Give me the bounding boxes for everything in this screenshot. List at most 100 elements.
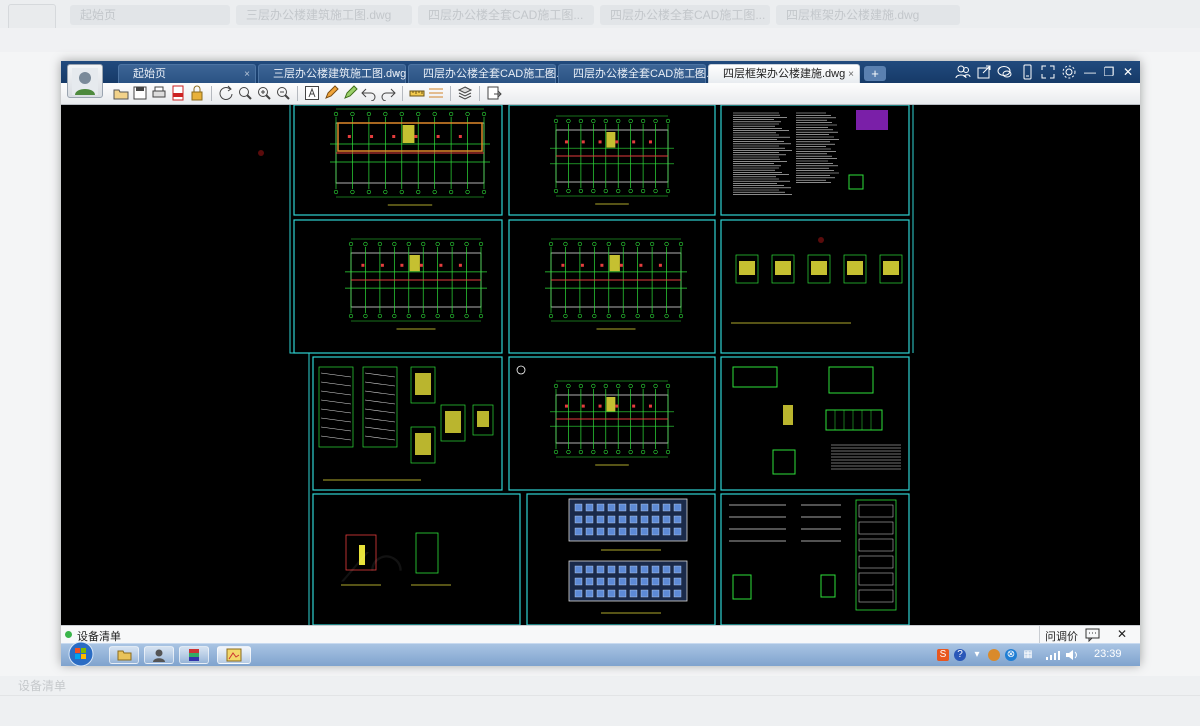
wall-section-panel [858, 589, 894, 603]
axis-bubble [641, 188, 646, 194]
clock[interactable]: 23:39 [1094, 648, 1122, 660]
axis-bubble [578, 188, 583, 194]
tab-close-icon[interactable]: × [694, 65, 700, 84]
axis-bubble [566, 118, 571, 124]
zoom-window-icon[interactable] [237, 85, 253, 101]
feedback-icon[interactable] [1085, 628, 1101, 642]
tab-close-icon[interactable]: × [544, 65, 550, 84]
elevation-window [585, 577, 594, 586]
measure-icon[interactable] [409, 85, 425, 101]
stair-fill [883, 261, 899, 275]
settings-icon[interactable] [1061, 64, 1077, 80]
elevation-window [662, 527, 671, 536]
tab-drawing-2[interactable]: 四层办公楼全套CAD施工图... × [408, 64, 565, 84]
elevation-window [651, 515, 660, 524]
share-icon[interactable] [976, 64, 992, 80]
pdf-icon[interactable] [170, 85, 186, 101]
new-tab-button[interactable]: + [864, 66, 886, 81]
elevation-window [662, 503, 671, 512]
axis-bubble [350, 189, 355, 195]
dimension-icon[interactable] [428, 85, 444, 101]
background-tab: 起始页 [70, 5, 230, 25]
help-tray-icon[interactable]: ? [954, 649, 966, 661]
minimize-button[interactable]: — [1080, 63, 1100, 81]
background-tab: 四层框架办公楼建施.dwg [776, 5, 960, 25]
taskbar-explorer[interactable] [109, 646, 139, 664]
tab-close-icon[interactable]: × [244, 65, 250, 84]
axis-bubble [650, 313, 655, 319]
stair-run-line [320, 390, 352, 396]
stair-run-line [320, 372, 352, 378]
close-panel-icon[interactable]: ✕ [1117, 627, 1127, 641]
elevation-window [596, 589, 605, 598]
close-button[interactable]: ✕ [1118, 63, 1138, 81]
drawing-sheet-frame [508, 219, 716, 354]
undo-icon[interactable] [361, 85, 377, 101]
axis-bubble [432, 111, 437, 117]
fullscreen-icon[interactable] [1040, 64, 1056, 80]
tab-drawing-4-active[interactable]: 四层框架办公楼建施.dwg × [708, 64, 860, 83]
lock-icon[interactable] [189, 85, 205, 101]
pencil-icon[interactable] [323, 85, 339, 101]
open-icon[interactable] [113, 85, 129, 101]
drawing-sheet-frame [508, 356, 716, 491]
axis-bubble [591, 383, 596, 389]
redo-icon[interactable] [380, 85, 396, 101]
help-link[interactable]: 问调价 [1045, 628, 1078, 644]
elevation-window [662, 577, 671, 586]
axis-bubble [377, 241, 382, 247]
zoom-in-icon[interactable] [256, 85, 272, 101]
marker-icon[interactable] [342, 85, 358, 101]
taskbar-contacts[interactable] [144, 646, 174, 664]
volume-icon[interactable] [1065, 649, 1079, 661]
elevation-window [596, 515, 605, 524]
status-divider [1039, 626, 1040, 644]
axis-bubble [392, 313, 397, 319]
cad-app-icon [226, 648, 242, 662]
elevation-window [607, 515, 616, 524]
save-icon[interactable] [132, 85, 148, 101]
drawing-canvas[interactable]: ⟋◠ [61, 105, 1140, 625]
taskbar-cad-viewer-active[interactable] [217, 646, 251, 664]
export-icon[interactable] [486, 85, 502, 101]
rotate-icon[interactable] [218, 85, 234, 101]
print-icon[interactable] [151, 85, 167, 101]
column-mark [619, 263, 623, 267]
column-mark [648, 140, 652, 144]
axis-bubble [635, 241, 640, 247]
start-orb-icon[interactable] [67, 640, 95, 668]
layers-icon[interactable] [457, 85, 473, 101]
stamp-mark [258, 150, 264, 156]
axis-bubble [664, 241, 669, 247]
axis-bubble [566, 383, 571, 389]
phone-icon[interactable] [1019, 64, 1035, 80]
sogou-ime-icon[interactable]: S [937, 649, 949, 661]
zoom-out-icon[interactable] [275, 85, 291, 101]
axis-bubble [366, 111, 371, 117]
tab-start-page[interactable]: 起始页 × [118, 64, 256, 83]
chat-icon[interactable] [997, 64, 1013, 80]
user-group-icon[interactable] [955, 64, 971, 80]
axis-bubble [350, 111, 355, 117]
chat-tray-icon[interactable] [988, 649, 1000, 661]
avatar[interactable] [67, 64, 103, 98]
column-mark [658, 263, 662, 267]
axis-bubble [366, 189, 371, 195]
taskbar-books[interactable] [179, 646, 209, 664]
restore-button[interactable]: ❐ [1099, 63, 1119, 81]
vpn-tray-icon[interactable]: ▾ [971, 649, 983, 661]
tab-drawing-3[interactable]: 四层办公楼全套CAD施工图... × [558, 64, 715, 84]
tab-drawing-1[interactable]: 三层办公楼建筑施工图.dwg × [258, 64, 406, 83]
axis-bubble [363, 241, 368, 247]
tab-close-icon[interactable]: × [848, 65, 854, 84]
axis-bubble [653, 383, 658, 389]
axis-bubble [664, 313, 669, 319]
security-tray-icon[interactable]: ⊗ [1005, 649, 1017, 661]
signal-icon[interactable] [1045, 649, 1061, 661]
tab-close-icon[interactable]: × [394, 65, 400, 84]
network-adapter-tray-icon[interactable]: ▦ [1022, 649, 1034, 661]
cad-drawing[interactable] [61, 105, 1140, 625]
text-icon[interactable] [304, 85, 320, 101]
detail-box [772, 449, 796, 475]
column-mark [580, 263, 584, 267]
